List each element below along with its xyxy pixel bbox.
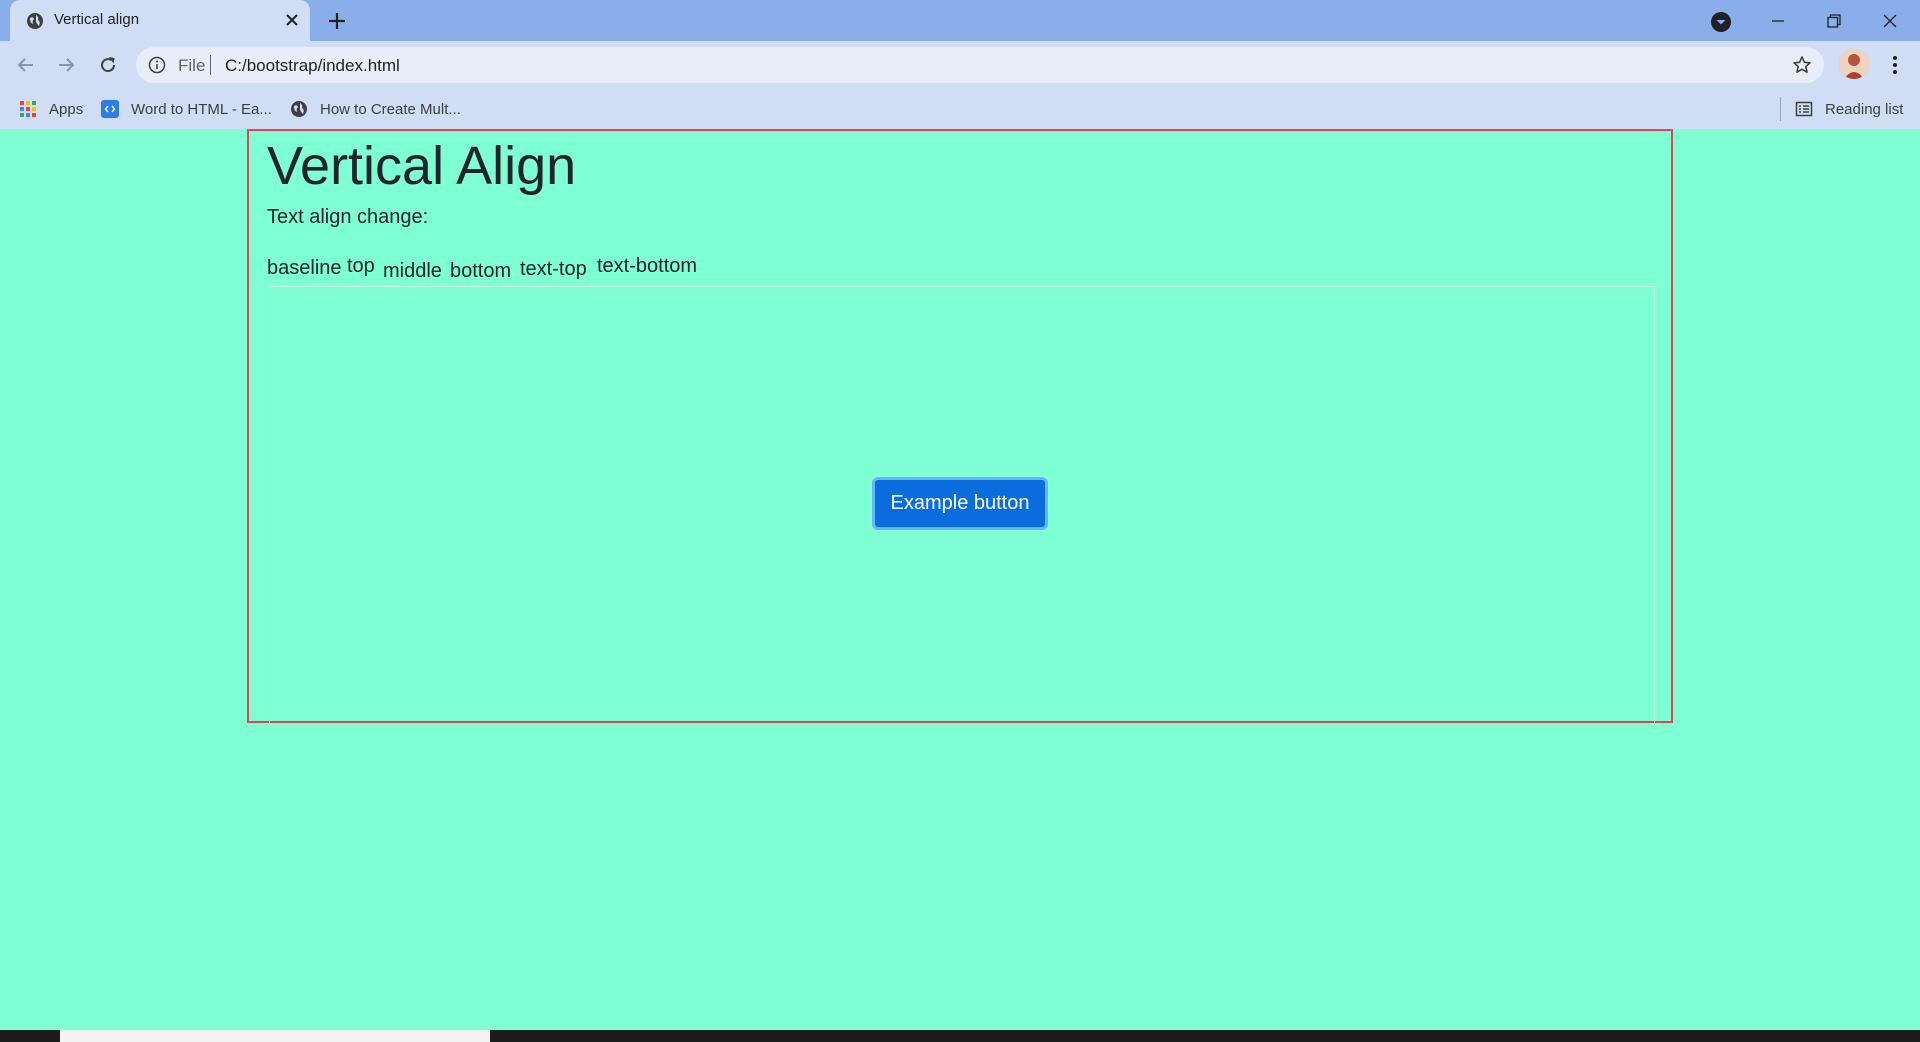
tab-title: Vertical align xyxy=(54,11,140,28)
close-tab-icon[interactable] xyxy=(282,10,302,30)
page-subtext: Text align change: xyxy=(267,206,429,228)
apps-grid-icon xyxy=(20,101,36,117)
reading-list-icon xyxy=(1795,101,1813,117)
profile-picture-icon xyxy=(1839,49,1869,79)
bookmark-how-to-create[interactable]: How to Create Mult... xyxy=(290,98,461,120)
minimize-button[interactable] xyxy=(1750,0,1806,41)
close-window-button[interactable] xyxy=(1862,0,1918,41)
align-word-baseline: baseline xyxy=(267,257,342,279)
taskbar-search-box[interactable] xyxy=(60,1030,490,1042)
align-word-middle: middle xyxy=(383,260,442,282)
profile-avatar[interactable] xyxy=(1839,49,1869,79)
address-bar[interactable]: File C:/bootstrap/index.html xyxy=(136,47,1824,83)
reading-list-button[interactable]: Reading list xyxy=(1795,98,1903,120)
example-button[interactable]: Example button xyxy=(872,477,1048,530)
page-heading: Vertical Align xyxy=(267,136,577,196)
bookmark-label: Apps xyxy=(49,100,84,118)
address-separator xyxy=(210,55,211,75)
url-text[interactable]: C:/bootstrap/index.html xyxy=(225,56,400,76)
forward-button[interactable] xyxy=(50,49,82,81)
tab-strip: Vertical align xyxy=(0,0,1920,41)
tab-search-icon[interactable] xyxy=(1710,11,1732,33)
restore-button[interactable] xyxy=(1806,0,1862,41)
code-icon xyxy=(101,100,119,118)
back-arrow-icon xyxy=(17,58,33,72)
reload-icon xyxy=(101,57,116,73)
more-vertical-icon xyxy=(1893,56,1897,74)
bookmark-label: Word to HTML - Ea... xyxy=(131,100,272,118)
bookmark-label: How to Create Mult... xyxy=(320,100,461,118)
browser-tab[interactable]: Vertical align xyxy=(10,0,310,41)
bookmark-star-icon[interactable] xyxy=(1792,55,1812,75)
align-word-bottom: bottom xyxy=(450,260,512,282)
globe-icon xyxy=(27,13,43,29)
align-word-top: top xyxy=(347,255,375,277)
scheme-label: File xyxy=(178,56,206,75)
close-icon xyxy=(1883,14,1897,27)
browser-toolbar: File C:/bootstrap/index.html xyxy=(0,41,1920,89)
reading-list-label: Reading list xyxy=(1825,100,1904,118)
bookmark-word-to-html[interactable]: Word to HTML - Ea... xyxy=(101,98,272,120)
bookmarks-separator xyxy=(1780,97,1781,121)
forward-arrow-icon xyxy=(59,58,75,72)
globe-icon xyxy=(291,101,307,117)
page-container: Vertical Align Text align change: baseli… xyxy=(247,129,1673,723)
reload-button[interactable] xyxy=(92,49,124,81)
back-button[interactable] xyxy=(10,49,42,81)
align-word-text-bottom: text-bottom xyxy=(597,255,698,277)
bookmark-apps[interactable]: Apps xyxy=(19,98,83,120)
minimize-icon xyxy=(1772,19,1784,22)
align-word-text-top: text-top xyxy=(520,258,587,280)
restore-icon xyxy=(1827,13,1841,28)
new-tab-icon[interactable] xyxy=(326,10,348,32)
info-icon[interactable] xyxy=(148,56,166,74)
browser-menu-button[interactable] xyxy=(1880,49,1910,81)
bookmarks-bar: Apps Word to HTML - Ea... How to Create … xyxy=(0,89,1920,129)
